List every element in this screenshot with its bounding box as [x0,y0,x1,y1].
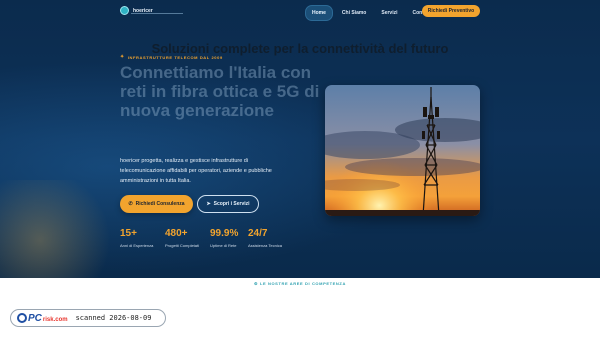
stat-value: 99.9% [210,228,239,239]
hero-title: Connettiamo l'Italia con reti in fibra o… [120,63,320,120]
stat-value: 24/7 [248,228,268,239]
consultation-button[interactable]: ✆ Richiedi Consulenza [120,195,193,213]
competence-section: ⚙ LE NOSTRE AREE DI COMPETENZA [0,278,600,338]
nav-item-servizi[interactable]: Servizi [375,6,403,20]
hero-glow [0,180,120,278]
stat-value: 480+ [165,228,188,239]
hero-description: hoericer progetta, realizza e gestisce i… [120,158,272,184]
stat-label: Uptime di Rete [210,243,237,248]
stat-label: Assistenza Tecnica [248,243,282,248]
pcrisk-logo: PC risk.com [17,313,68,324]
scan-badge: PC risk.com scanned 2026-08-09 [10,309,166,327]
magnifier-icon [17,313,27,323]
section-eyebrow-text: LE NOSTRE AREE DI COMPETENZA [259,281,346,286]
arrow-icon: ➤ [206,201,211,207]
logo-underline [131,13,183,14]
logo-icon [120,6,129,15]
pcrisk-logo-pc: PC [28,312,42,324]
section-eyebrow: ⚙ LE NOSTRE AREE DI COMPETENZA [0,281,600,286]
section-title: Soluzioni complete per la connettività d… [151,41,449,56]
stat-projects: 480+ Progetti Completati [165,228,199,248]
telecom-tower-photo [325,85,480,216]
discover-services-label: Scopri i Servizi [213,201,250,207]
top-navbar: hoericer Home Chi Siamo Servizi Contatti… [0,0,600,24]
nav-item-chi-siamo[interactable]: Chi Siamo [336,6,372,20]
telecom-tower-illustration [325,85,480,216]
antenna-icon: ✦ [120,54,125,60]
stat-uptime: 99.9% Uptime di Rete [210,228,238,248]
stat-support: 24/7 Assistenza Tecnica [248,228,282,248]
scan-date: scanned 2026-08-09 [75,314,152,322]
consultation-button-label: Richiedi Consulenza [135,201,185,207]
discover-services-button[interactable]: ➤ Scopri i Servizi [197,195,259,213]
brand-logo[interactable]: hoericer [120,6,183,15]
gear-icon: ⚙ [254,281,259,286]
request-quote-button[interactable]: Richiedi Preventivo [422,5,480,17]
stat-label: Progetti Completati [165,243,200,248]
nav-item-home[interactable]: Home [305,5,333,21]
nav-links: Home Chi Siamo Servizi Contatti [305,5,440,21]
pcrisk-logo-risk: risk.com [42,316,68,323]
stat-label: Anni di Esperienza [120,243,154,248]
phone-icon: ✆ [128,201,133,207]
stat-experience: 15+ Anni di Esperienza [120,228,153,248]
stat-value: 15+ [120,228,137,239]
